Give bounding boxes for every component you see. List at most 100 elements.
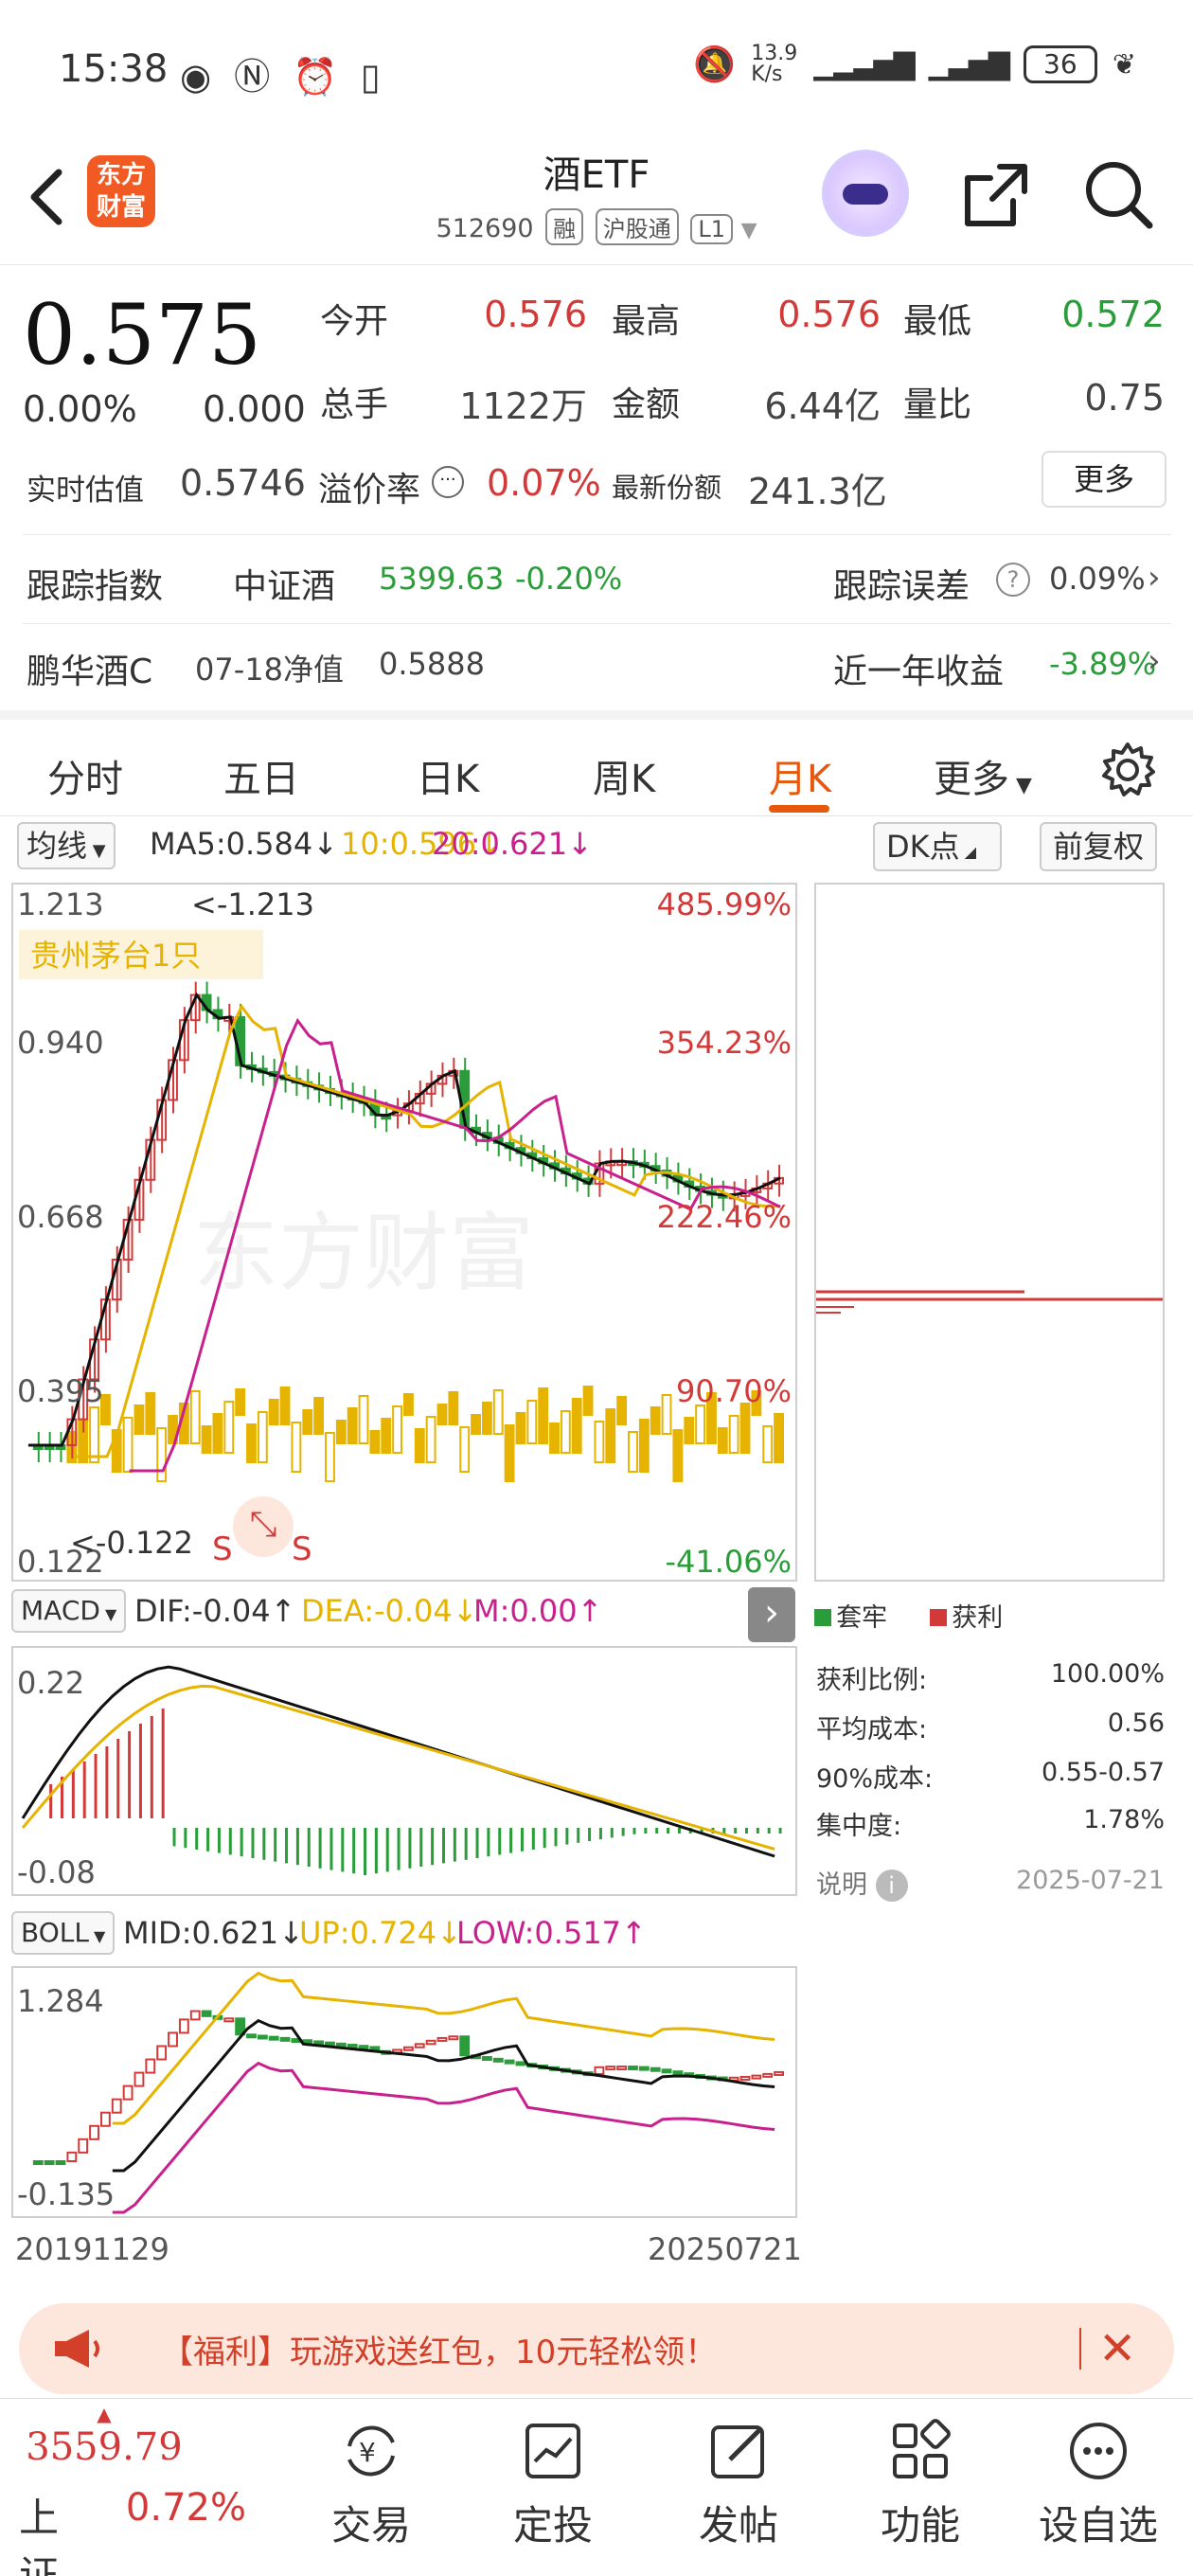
close-icon[interactable]: ✕ — [1098, 2322, 1136, 2375]
boll-candle — [481, 2056, 492, 2062]
chip-stat-value: 0.56 — [1107, 1708, 1165, 1738]
help-icon[interactable]: ? — [996, 563, 1030, 597]
edit-icon — [705, 2418, 772, 2484]
macd-chart[interactable]: 0.22 -0.08 — [11, 1646, 797, 1896]
expand-icon[interactable]: ⤡ — [233, 1496, 294, 1557]
boll-candle — [594, 2066, 605, 2075]
boll-select-label: BOLL — [21, 1917, 89, 1948]
volume-bar — [414, 1428, 425, 1463]
boll-low: LOW:0.517↑ — [456, 1915, 647, 1951]
track-index-name[interactable]: 中证酒 — [233, 559, 335, 608]
dk-point-select[interactable]: DK点 ◢ — [873, 822, 1002, 871]
amount-value: 6.44亿 — [764, 385, 881, 427]
boll-candle — [403, 2046, 414, 2051]
volume-bar — [145, 1392, 156, 1435]
pct-tick: -41.06% — [665, 1544, 792, 1580]
share-icon[interactable] — [958, 157, 1034, 233]
nav-trade[interactable]: ¥ 交易 — [295, 2418, 447, 2551]
y-tick: 0.668 — [17, 1199, 104, 1235]
volume-bar — [762, 1425, 774, 1463]
boll-candle — [335, 2042, 347, 2048]
boll-candle — [55, 2160, 66, 2165]
volume-bar — [605, 1408, 616, 1463]
volume-bar — [448, 1391, 459, 1425]
nav-invest-plan[interactable]: 定投 — [477, 2418, 629, 2551]
info-icon[interactable]: ··· — [432, 466, 464, 498]
chip-note[interactable]: 说明 i — [816, 1864, 908, 1902]
kline-chart[interactable]: 东方财富 贵州茅台1只 1.213 0.940 0.668 0.395 0.12… — [11, 883, 797, 1582]
volume-bar — [325, 1432, 335, 1482]
stock-code: 512690 — [436, 214, 534, 243]
volume-bar — [638, 1419, 650, 1473]
tab-five-day[interactable]: 五日 — [223, 748, 299, 803]
tab-weekly-k[interactable]: 周K — [593, 748, 655, 803]
year-return-label: 近一年收益 — [833, 653, 1005, 691]
chip-date: 2025-07-21 — [1016, 1866, 1165, 1895]
dk-select-label: DK点 — [886, 829, 960, 865]
volume-bar — [268, 1399, 279, 1425]
info-icon: i — [875, 1869, 908, 1902]
volume-bar — [279, 1386, 291, 1425]
tab-monthly-k[interactable]: 月K — [769, 748, 831, 803]
y-tick: 0.22 — [17, 1665, 85, 1701]
dropdown-icon: ▼ — [87, 841, 106, 861]
volume-bar — [425, 1416, 436, 1463]
nav-trade-label: 交易 — [330, 2502, 411, 2549]
adjust-button[interactable]: 前复权 — [1040, 822, 1158, 871]
volume-bar — [223, 1401, 235, 1454]
macd-dif: DIF:-0.04↑ — [134, 1593, 296, 1629]
macd-select[interactable]: MACD ▼ — [11, 1589, 127, 1633]
volume-bar — [459, 1426, 471, 1473]
dropdown-icon: ▼ — [99, 1605, 117, 1623]
volume-bar — [560, 1410, 571, 1454]
y-tick: 0.395 — [17, 1373, 104, 1409]
tab-intraday[interactable]: 分时 — [47, 748, 123, 803]
nav-label: 07-18净值 — [195, 652, 344, 688]
nav-add-watchlist[interactable]: 设自选 — [1023, 2418, 1174, 2551]
more-button[interactable]: 更多 — [1042, 451, 1166, 508]
search-icon[interactable] — [1079, 155, 1157, 233]
status-right: 🔕 13.9 K/s ▁▂▃▅▇ ▁▃▅▇ 36 ❦ — [693, 44, 1136, 85]
high-value: 0.576 — [777, 294, 881, 335]
legend-swatch-trapped — [814, 1609, 831, 1626]
volume-label: 总手 — [320, 385, 389, 424]
x-axis-start: 20191129 — [15, 2231, 169, 2267]
quote-panel: 0.575 0.00% 0.000 今开 0.576 最高 0.576 最低 0… — [0, 265, 1193, 710]
boll-select[interactable]: BOLL ▼ — [11, 1911, 116, 1955]
tab-more[interactable]: 更多 ▼ — [934, 748, 1032, 803]
boll-candle — [99, 2111, 111, 2127]
chevron-right-icon[interactable]: › — [748, 1587, 795, 1642]
boll-candle — [414, 2043, 425, 2048]
boll-chart[interactable]: 1.284 -0.135 — [11, 1966, 797, 2218]
dropdown-icon: ▼ — [88, 1927, 106, 1945]
macd-dea-line — [21, 1684, 775, 1851]
volume-bar — [156, 1427, 168, 1482]
ratio-label: 量比 — [903, 385, 972, 424]
ratio-value: 0.75 — [1084, 377, 1165, 419]
svg-text:¥: ¥ — [359, 2437, 376, 2468]
chevron-right-icon[interactable]: › — [1148, 559, 1161, 597]
chevron-right-icon[interactable]: › — [1148, 642, 1161, 680]
nav-post[interactable]: 发帖 — [663, 2418, 814, 2551]
corner-icon: ◢ — [959, 843, 977, 861]
volume-bar — [728, 1415, 739, 1454]
index-ticker[interactable]: ▲ 3559.79 上证 0.72% — [19, 2403, 246, 2576]
gear-icon[interactable] — [1098, 741, 1157, 799]
boll-candle — [201, 2010, 212, 2017]
assistant-robot-icon[interactable] — [822, 150, 909, 237]
index-name: 上证 — [19, 2495, 60, 2576]
tab-daily-k[interactable]: 日K — [417, 748, 479, 803]
volume-bar — [189, 1390, 201, 1444]
watermark: 东方财富 — [193, 1204, 534, 1303]
caret-up-icon: ▲ — [97, 2403, 112, 2425]
boll-candle — [89, 2124, 99, 2140]
indicator-select[interactable]: 均线 ▼ — [17, 822, 116, 869]
nav-functions[interactable]: 功能 — [845, 2418, 996, 2551]
boll-candle — [774, 2070, 784, 2076]
boll-candle — [358, 2045, 369, 2050]
boll-canvas — [32, 1971, 784, 2214]
chip-distribution-chart[interactable] — [814, 883, 1165, 1582]
fund-name[interactable]: 鹏华酒C — [27, 644, 152, 693]
promo-banner[interactable]: 【福利】玩游戏送红包，10元轻松领！ ✕ — [19, 2303, 1174, 2394]
ma5-label: MA5:0.584↓ — [150, 826, 339, 862]
